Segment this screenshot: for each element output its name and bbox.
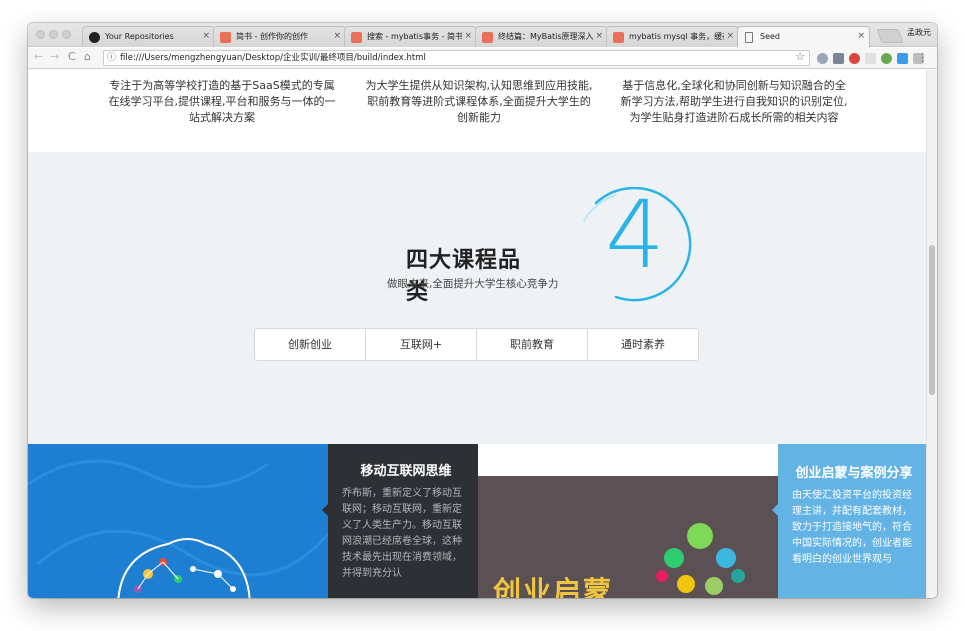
browser-tab-active[interactable]: Seed × (737, 26, 870, 48)
tab-close-icon[interactable]: × (464, 27, 472, 46)
adblock-icon[interactable] (849, 53, 860, 64)
github-icon (89, 32, 100, 43)
section-title: 四大课程品类 (406, 248, 522, 305)
jianshu-icon (220, 32, 231, 43)
browser-tab[interactable]: 简书 - 创作你的创作 × (213, 26, 346, 47)
tab-title: Your Repositories (105, 32, 174, 41)
tab-title: 搜索 - mybatis事务 - 简书 (367, 32, 462, 41)
jianshu-icon (351, 32, 362, 43)
zoom-window-icon[interactable] (62, 30, 71, 39)
info-icon[interactable]: ⓘ (107, 51, 116, 65)
tab-close-icon[interactable]: × (333, 27, 341, 46)
scrollbar-thumb[interactable] (929, 245, 935, 395)
address-bar[interactable]: ⓘ file:///Users/mengzhengyuan/Desktop/企业… (103, 50, 810, 66)
big-number: 4 (605, 181, 665, 290)
tab-title: 简书 - 创作你的创作 (236, 32, 308, 41)
page-viewport: 专注于为高等学校打造的基于SaaS模式的专属在线学习平台,提供课程,平台和服务与… (28, 70, 926, 598)
tab-close-icon[interactable]: × (595, 27, 603, 46)
extension-icon[interactable] (817, 53, 828, 64)
browser-tab[interactable]: mybatis mysql 事务，缓存 × (606, 26, 739, 47)
tab-close-icon[interactable]: × (857, 27, 865, 46)
back-button[interactable]: ← (34, 50, 43, 63)
tab-close-icon[interactable]: × (726, 27, 734, 46)
tab-title: mybatis mysql 事务，缓存 (629, 32, 724, 41)
category-tab[interactable]: 职前教育 (477, 329, 588, 360)
tab-strip: Your Repositories × 简书 - 创作你的创作 × 搜索 - m… (28, 23, 937, 48)
document-icon (745, 32, 753, 43)
profile-name[interactable]: 孟政元 (907, 27, 931, 38)
intro-text-3: 基于信息化,全球化和协同创新与知识融合的全新学习方法,帮助学生进行自我知识的识别… (620, 79, 848, 124)
section-subtitle: 做眼未来,全面提升大学生核心竞争力 (387, 278, 559, 290)
new-tab-button[interactable] (876, 29, 904, 43)
category-tab[interactable]: 通时素养 (588, 329, 698, 360)
brain-illustration-tile[interactable] (28, 444, 328, 598)
tile-body: 乔布斯，重新定义了移动互联网；移动互联网，重新定义了人类生产力。移动互联网浪潮已… (342, 488, 462, 579)
extension-icon[interactable] (865, 53, 876, 64)
jianshu-icon (613, 32, 624, 43)
tile-title: 创业启蒙与案例分享 (795, 466, 913, 481)
bookmark-star-icon[interactable]: ☆ (795, 50, 805, 64)
tab-close-icon[interactable]: × (202, 27, 210, 46)
browser-tab[interactable]: 终结篇：MyBatis原理深入解 × (475, 26, 608, 47)
intro-text-2: 为大学生提供从知识架构,认知思维到应用技能,职前教育等进阶式课程体系,全面提升大… (365, 79, 593, 124)
browser-tab[interactable]: 搜索 - mybatis事务 - 简书 × (344, 26, 477, 47)
forward-button[interactable]: → (50, 50, 59, 63)
browser-window: Your Repositories × 简书 - 创作你的创作 × 搜索 - m… (28, 23, 937, 598)
extension-icon[interactable] (881, 53, 892, 64)
url-text: file:///Users/mengzhengyuan/Desktop/企业实训… (120, 53, 426, 63)
browser-toolbar: ← → C ⌂ ⓘ file:///Users/mengzhengyuan/De… (28, 48, 937, 69)
tile-body: 由天使汇投资平台的投资经理主讲，并配有配套教材，致力于打造接地气的，符合中国实际… (792, 490, 912, 565)
close-window-icon[interactable] (36, 30, 45, 39)
brain-icon (28, 459, 328, 598)
jianshu-icon (482, 32, 493, 43)
qr-code-icon[interactable] (833, 53, 844, 64)
category-tabs: 创新创业 互联网+ 职前教育 通时素养 (254, 328, 699, 361)
extension-icon[interactable] (897, 53, 908, 64)
startup-case-tile[interactable]: 创业启蒙与案例分享 由天使汇投资平台的投资经理主讲，并配有配套教材，致力于打造接… (778, 444, 926, 598)
category-tab[interactable]: 创新创业 (255, 329, 366, 360)
intro-text-1: 专注于为高等学校打造的基于SaaS模式的专属在线学习平台,提供课程,平台和服务与… (108, 79, 336, 124)
startup-overlay-text: 创业启蒙 (493, 575, 614, 598)
tab-title: 终结篇：MyBatis原理深入解 (498, 32, 593, 41)
tile-title: 移动互联网思维 (360, 464, 452, 479)
browser-tab[interactable]: Your Repositories × (82, 26, 215, 47)
tab-title: Seed (760, 32, 780, 41)
mobile-internet-tile[interactable]: 移动互联网思维 乔布斯，重新定义了移动互联网；移动互联网，重新定义了人类生产力。… (328, 444, 478, 598)
minimize-window-icon[interactable] (49, 30, 58, 39)
menu-icon[interactable]: ⋮ (917, 51, 928, 64)
category-tab[interactable]: 互联网+ (366, 329, 477, 360)
reload-button[interactable]: C (68, 50, 76, 63)
home-button[interactable]: ⌂ (84, 50, 91, 63)
